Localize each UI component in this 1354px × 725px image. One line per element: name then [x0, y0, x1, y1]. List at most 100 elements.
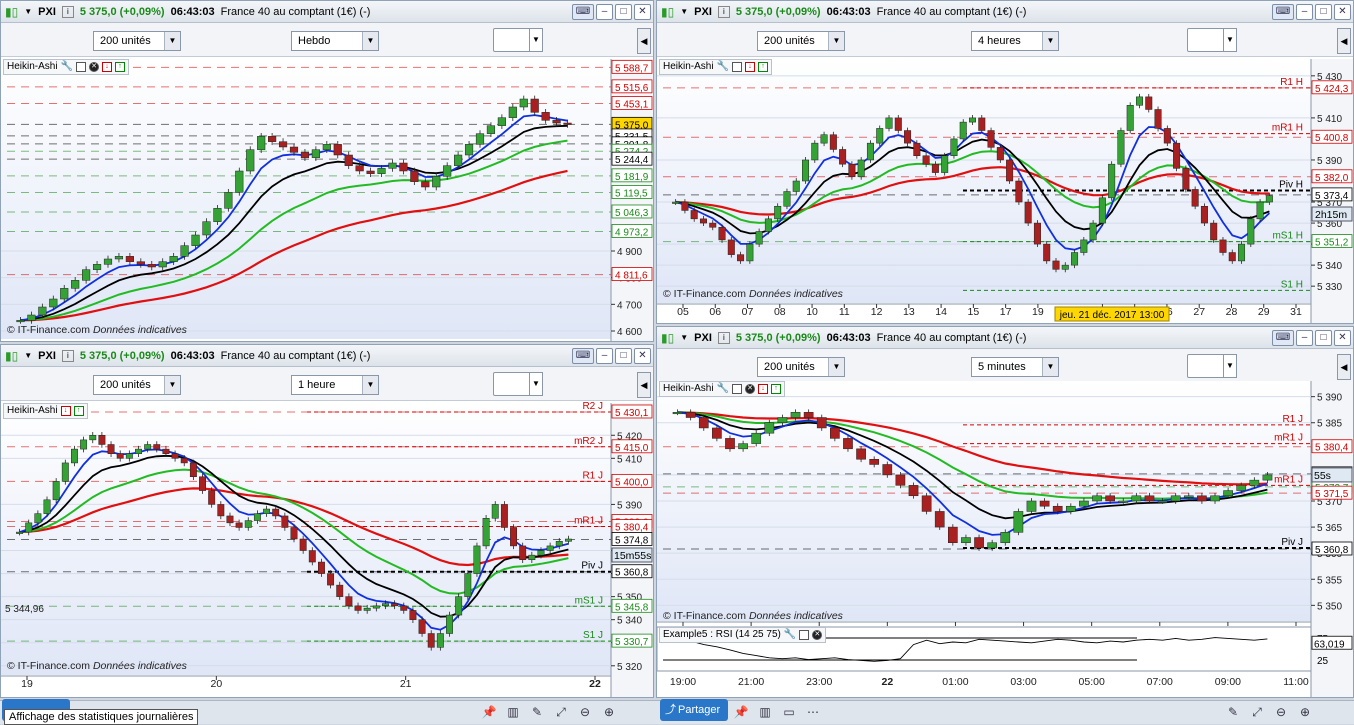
candle — [1126, 105, 1134, 131]
window-icon[interactable] — [76, 62, 87, 72]
indicators-icon[interactable]: ⋯ — [804, 703, 822, 721]
candle — [563, 122, 572, 125]
price-label: 5 360,8 — [615, 568, 649, 579]
candle — [709, 222, 717, 228]
candle — [25, 522, 33, 533]
candle — [162, 448, 170, 454]
share-icon: ⤴ — [665, 704, 676, 716]
pivot-label: R1 J — [582, 470, 603, 481]
move-up-icon[interactable]: ↑ — [73, 406, 84, 416]
indicator-label[interactable]: Heikin-Ashi 🔧 ✕ ↓ ↑ — [3, 59, 130, 75]
y-tick-label: 5 365 — [1317, 523, 1342, 534]
wrench-icon[interactable]: 🔧 — [784, 628, 796, 642]
candle — [355, 165, 364, 172]
candle — [931, 163, 939, 173]
zoom-in-icon[interactable]: ⊕ — [1296, 703, 1314, 721]
window-icon[interactable] — [732, 384, 743, 394]
candle — [191, 234, 200, 246]
y-tick-label: 4 700 — [617, 300, 642, 311]
chart-window-5min[interactable]: ▮▯ ▼ PXI i 5 375,0 (+0,09%) 06:43:03 Fra… — [656, 326, 1354, 698]
zoom-in-icon[interactable]: ⊕ — [600, 703, 618, 721]
candle — [107, 444, 115, 454]
bars-icon[interactable]: ▥ — [504, 703, 522, 721]
candle — [147, 264, 156, 268]
candle — [421, 181, 430, 188]
move-down-icon[interactable]: ↓ — [60, 406, 71, 416]
candle — [552, 120, 561, 124]
move-down-icon[interactable]: ↓ — [102, 62, 113, 72]
x-tick-label: 07 — [742, 306, 754, 318]
move-down-icon[interactable]: ↓ — [758, 384, 769, 394]
move-up-icon[interactable]: ↑ — [115, 62, 126, 72]
zoom-fit-icon[interactable]: ⤢ — [1248, 703, 1266, 721]
chart-window-4h[interactable]: ▮▯ ▼ PXI i 5 375,0 (+0,09%) 06:43:03 Fra… — [656, 0, 1354, 324]
y-tick-label: 5 385 — [1317, 419, 1342, 430]
candle — [1071, 252, 1079, 266]
candle — [699, 218, 707, 224]
indicator-label[interactable]: Heikin-Ashi 🔧 ↓ ↑ — [659, 59, 773, 75]
candle — [541, 112, 550, 121]
rsi-indicator-label[interactable]: Example5 : RSI (14 25 75) 🔧 ✕ — [659, 627, 827, 643]
indicator-label[interactable]: Heikin-Ashi ↓ ↑ — [3, 403, 88, 419]
candle — [913, 142, 921, 157]
candle — [418, 619, 426, 634]
wrench-icon[interactable]: 🔧 — [717, 60, 729, 74]
chart-area[interactable]: 4 6004 7004 8004 9005 588,75 515,65 453,… — [1, 1, 653, 341]
y-tick-label: 5 355 — [1317, 575, 1342, 586]
candle — [311, 149, 320, 158]
indicator-label[interactable]: Heikin-Ashi 🔧 ✕ ↓ ↑ — [659, 381, 786, 397]
candle — [803, 412, 814, 418]
chart-window-hebdo[interactable]: ▮▯ ▼ PXI i 5 375,0 (+0,09%) 06:43:03 Fra… — [0, 0, 654, 342]
share-button[interactable]: ⤴ Partager — [660, 699, 728, 721]
move-up-icon[interactable]: ↑ — [758, 62, 769, 72]
pin-icon[interactable]: 📌 — [480, 703, 498, 721]
pivot-label: R2 J — [582, 401, 603, 412]
countdown-label: 15m55s — [614, 550, 651, 562]
save-icon[interactable]: ▭ — [780, 703, 798, 721]
candle — [546, 545, 554, 551]
window-icon[interactable] — [732, 62, 743, 72]
candle — [363, 607, 371, 611]
candle — [208, 490, 216, 505]
x-tick-label: 27 — [1193, 306, 1205, 318]
move-down-icon[interactable]: ↓ — [745, 62, 756, 72]
candle — [1210, 222, 1218, 241]
y-tick-label: 5 320 — [617, 662, 642, 673]
pin-icon[interactable]: 📌 — [732, 703, 750, 721]
price-label: 5 453,1 — [615, 100, 649, 111]
delete-icon[interactable]: ✕ — [89, 62, 100, 72]
price-label: 5 380,4 — [1315, 443, 1349, 454]
candle — [1131, 495, 1142, 502]
rsi-value-label: 63,019 — [1314, 639, 1345, 650]
chart-area[interactable]: 5 3205 3305 3405 3505 3605 3705 3905 410… — [1, 345, 653, 697]
price-label: 5 330,7 — [615, 637, 649, 648]
candle — [27, 314, 36, 321]
zoom-fit-icon[interactable]: ⤢ — [552, 703, 570, 721]
y-tick-label: 5 390 — [1317, 393, 1342, 404]
wrench-icon[interactable]: 🔧 — [61, 60, 73, 74]
candle — [1228, 252, 1236, 262]
right-bottom-tools-a: 📌 ▥ ▭ ⋯ — [732, 703, 822, 721]
bars-icon[interactable]: ▥ — [756, 703, 774, 721]
candle — [253, 513, 261, 521]
chart-window-1h[interactable]: ▮▯ ▼ PXI i 5 375,0 (+0,09%) 06:43:03 Fra… — [0, 344, 654, 698]
candle — [180, 458, 188, 464]
delete-icon[interactable]: ✕ — [812, 630, 823, 640]
window-icon[interactable] — [799, 630, 810, 640]
wrench-icon[interactable]: 🔧 — [717, 382, 729, 396]
candle — [92, 264, 102, 270]
candle — [530, 98, 539, 113]
delete-icon[interactable]: ✕ — [745, 384, 756, 394]
candle — [103, 258, 113, 265]
candle — [257, 136, 266, 150]
draw-icon[interactable]: ✎ — [1224, 703, 1242, 721]
chart-area[interactable]: 5 3305 3405 3505 3605 3705 3905 4105 430… — [657, 1, 1353, 323]
x-tick-label: 07:00 — [1147, 676, 1173, 688]
draw-icon[interactable]: ✎ — [528, 703, 546, 721]
zoom-out-icon[interactable]: ⊖ — [1272, 703, 1290, 721]
price-label: 4 973,2 — [615, 227, 649, 238]
zoom-out-icon[interactable]: ⊖ — [576, 703, 594, 721]
price-label: 5 244,4 — [615, 155, 649, 166]
move-up-icon[interactable]: ↑ — [771, 384, 782, 394]
candle — [969, 117, 976, 123]
